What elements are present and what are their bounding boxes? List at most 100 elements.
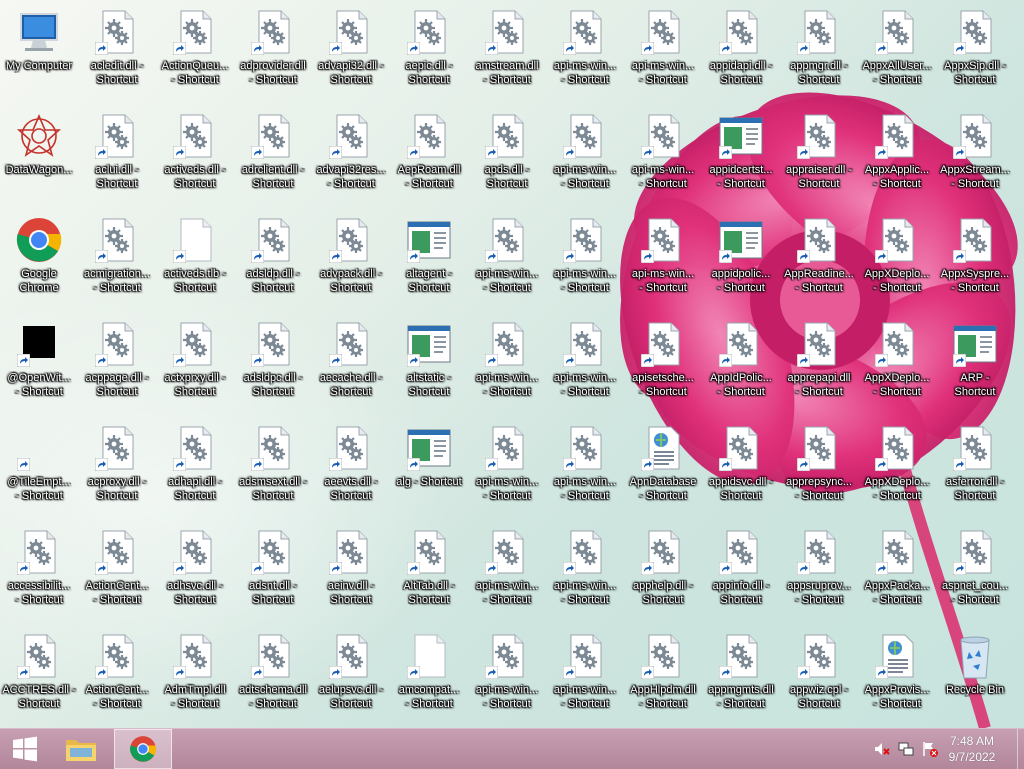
desktop-icon[interactable]: appwiz.cpl - Shortcut (780, 624, 858, 728)
desktop-icon[interactable]: acmigration... - Shortcut (78, 208, 156, 312)
desktop-icon[interactable]: api-ms-win... - Shortcut (624, 208, 702, 312)
desktop-icon[interactable]: apprepapi.dll - Shortcut (780, 312, 858, 416)
desktop-icon[interactable]: apprepsync... - Shortcut (780, 416, 858, 520)
desktop-icon[interactable]: appsruprov... - Shortcut (780, 520, 858, 624)
desktop-icon[interactable]: ActionQueu... - Shortcut (156, 0, 234, 104)
desktop-icon[interactable]: api-ms-win... - Shortcut (468, 208, 546, 312)
desktop-icon[interactable]: ActionCent... - Shortcut (78, 520, 156, 624)
desktop-icon[interactable]: My Computer (0, 0, 78, 104)
desktop-icon[interactable]: aelupsvc.dll - Shortcut (312, 624, 390, 728)
desktop-icon[interactable]: @OpenWit... - Shortcut (0, 312, 78, 416)
desktop-icon[interactable]: acledit.dll - Shortcut (78, 0, 156, 104)
desktop-icon[interactable]: acppage.dll - Shortcut (78, 312, 156, 416)
desktop-icon[interactable]: AppxSyspre... - Shortcut (936, 208, 1014, 312)
desktop-icon[interactable]: altagent - Shortcut (390, 208, 468, 312)
desktop-icon[interactable]: adsldpc.dll - Shortcut (234, 312, 312, 416)
desktop-icon[interactable]: ARP - Shortcut (936, 312, 1014, 416)
desktop-icon[interactable]: AppxPacka... - Shortcut (858, 520, 936, 624)
desktop-icon[interactable]: api-ms-win... - Shortcut (468, 624, 546, 728)
desktop-icon[interactable]: Recycle Bin (936, 624, 1014, 728)
desktop-icon[interactable]: AppXDeplo... - Shortcut (858, 312, 936, 416)
desktop-icon[interactable]: alg - Shortcut (390, 416, 468, 520)
show-desktop-button[interactable] (1017, 729, 1024, 769)
chrome-taskbar-button[interactable] (114, 729, 172, 769)
network-icon[interactable] (898, 741, 914, 757)
desktop-icon[interactable]: aeevts.dll - Shortcut (312, 416, 390, 520)
desktop-icon[interactable]: appidsvc.dll - Shortcut (702, 416, 780, 520)
desktop-icon[interactable]: api-ms-win... - Shortcut (624, 104, 702, 208)
desktop-icon[interactable]: Google Chrome (0, 208, 78, 312)
desktop-icon[interactable]: adhsvc.dll - Shortcut (156, 520, 234, 624)
desktop-icon[interactable]: AepRoam.dll - Shortcut (390, 104, 468, 208)
desktop-icon[interactable]: ApnDatabase - Shortcut (624, 416, 702, 520)
desktop-icon[interactable]: AppxProvis... - Shortcut (858, 624, 936, 728)
action-center-flag-icon[interactable] (922, 741, 938, 757)
desktop-icon[interactable]: api-ms-win... - Shortcut (546, 104, 624, 208)
desktop-icon[interactable]: api-ms-win... - Shortcut (546, 208, 624, 312)
desktop-icon[interactable]: aclui.dll - Shortcut (78, 104, 156, 208)
desktop-icon[interactable]: apisetsche... - Shortcut (624, 312, 702, 416)
desktop-icon[interactable]: asferror.dll - Shortcut (936, 416, 1014, 520)
start-button[interactable] (0, 729, 50, 769)
desktop-icon[interactable]: AdmTmpl.dll - Shortcut (156, 624, 234, 728)
desktop-icon[interactable]: ACCTRES.dll - Shortcut (0, 624, 78, 728)
desktop-icon[interactable]: api-ms-win... - Shortcut (468, 520, 546, 624)
desktop-icon[interactable]: adtschema.dll - Shortcut (234, 624, 312, 728)
desktop-icon[interactable]: adsmsext.dll - Shortcut (234, 416, 312, 520)
desktop[interactable]: My Computer DataWagon... Google Chrome @Ope… (0, 0, 1024, 728)
desktop-icon[interactable]: AppXDeplo... - Shortcut (858, 208, 936, 312)
desktop-icon[interactable]: aspnet_cou... - Shortcut (936, 520, 1014, 624)
file-explorer-taskbar-button[interactable] (56, 729, 106, 769)
desktop-icon[interactable]: AppHlpdm.dll - Shortcut (624, 624, 702, 728)
desktop-icon[interactable]: ActionCent... - Shortcut (78, 624, 156, 728)
desktop-icon[interactable]: api-ms-win... - Shortcut (468, 312, 546, 416)
desktop-icon[interactable]: appidpolic... - Shortcut (702, 208, 780, 312)
desktop-icon[interactable]: adprovider.dll - Shortcut (234, 0, 312, 104)
desktop-icon[interactable]: appidapi.dll - Shortcut (702, 0, 780, 104)
desktop-icon[interactable]: api-ms-win... - Shortcut (468, 416, 546, 520)
desktop-icon[interactable]: api-ms-win... - Shortcut (546, 624, 624, 728)
desktop-icon[interactable]: actxprxy.dll - Shortcut (156, 312, 234, 416)
desktop-icon[interactable]: appinfo.dll - Shortcut (702, 520, 780, 624)
desktop-icon[interactable]: adsldp.dll - Shortcut (234, 208, 312, 312)
desktop-icon[interactable]: api-ms-win... - Shortcut (546, 416, 624, 520)
desktop-icon[interactable]: api-ms-win... - Shortcut (546, 0, 624, 104)
desktop-icon[interactable]: AppReadine... - Shortcut (780, 208, 858, 312)
desktop-icon[interactable]: appidcertst... - Shortcut (702, 104, 780, 208)
desktop-icon[interactable]: AppxAllUser... - Shortcut (858, 0, 936, 104)
desktop-icon[interactable]: amstream.dll - Shortcut (468, 0, 546, 104)
desktop-icon[interactable]: advapi32.dll - Shortcut (312, 0, 390, 104)
desktop-icon[interactable]: adrclient.dll - Shortcut (234, 104, 312, 208)
desktop-icon[interactable]: advapi32res... - Shortcut (312, 104, 390, 208)
desktop-icon[interactable]: aepic.dll - Shortcut (390, 0, 468, 104)
desktop-icon[interactable]: appmgr.dll - Shortcut (780, 0, 858, 104)
desktop-icon[interactable]: aecache.dll - Shortcut (312, 312, 390, 416)
desktop-icon[interactable]: AppXDeplo... - Shortcut (858, 416, 936, 520)
desktop-icon[interactable]: activeds.dll - Shortcut (156, 104, 234, 208)
desktop-icon[interactable]: AppxApplic... - Shortcut (858, 104, 936, 208)
desktop-icon[interactable]: api-ms-win... - Shortcut (624, 0, 702, 104)
desktop-icon[interactable]: DataWagon... (0, 104, 78, 208)
desktop-icon[interactable]: adsnt.dll - Shortcut (234, 520, 312, 624)
desktop-icon[interactable]: amcompat... - Shortcut (390, 624, 468, 728)
desktop-icon[interactable]: activeds.tlb - Shortcut (156, 208, 234, 312)
desktop-icon[interactable]: accessibilit... - Shortcut (0, 520, 78, 624)
desktop-icon[interactable]: appmgmts.dll - Shortcut (702, 624, 780, 728)
desktop-icon[interactable]: altstatic - Shortcut (390, 312, 468, 416)
desktop-icon[interactable]: apphelp.dll - Shortcut (624, 520, 702, 624)
desktop-icon[interactable]: api-ms-win... - Shortcut (546, 312, 624, 416)
desktop-icon[interactable]: aeinv.dll - Shortcut (312, 520, 390, 624)
taskbar-clock[interactable]: 7:48 AM 9/7/2022 (942, 733, 1002, 765)
desktop-icon[interactable]: adhapi.dll - Shortcut (156, 416, 234, 520)
volume-muted-icon[interactable] (874, 741, 890, 757)
desktop-icon[interactable]: @TileEmpt... - Shortcut (0, 416, 78, 520)
desktop-icon[interactable]: AppxStream... - Shortcut (936, 104, 1014, 208)
desktop-icon[interactable]: apds.dll - Shortcut (468, 104, 546, 208)
desktop-icon[interactable]: advpack.dll - Shortcut (312, 208, 390, 312)
desktop-icon[interactable]: api-ms-win... - Shortcut (546, 520, 624, 624)
desktop-icon[interactable]: acproxy.dll - Shortcut (78, 416, 156, 520)
desktop-icon[interactable]: appraiser.dll - Shortcut (780, 104, 858, 208)
desktop-icon[interactable]: AppIdPolic... - Shortcut (702, 312, 780, 416)
desktop-icon[interactable]: AltTab.dll - Shortcut (390, 520, 468, 624)
desktop-icon[interactable]: AppxSip.dll - Shortcut (936, 0, 1014, 104)
